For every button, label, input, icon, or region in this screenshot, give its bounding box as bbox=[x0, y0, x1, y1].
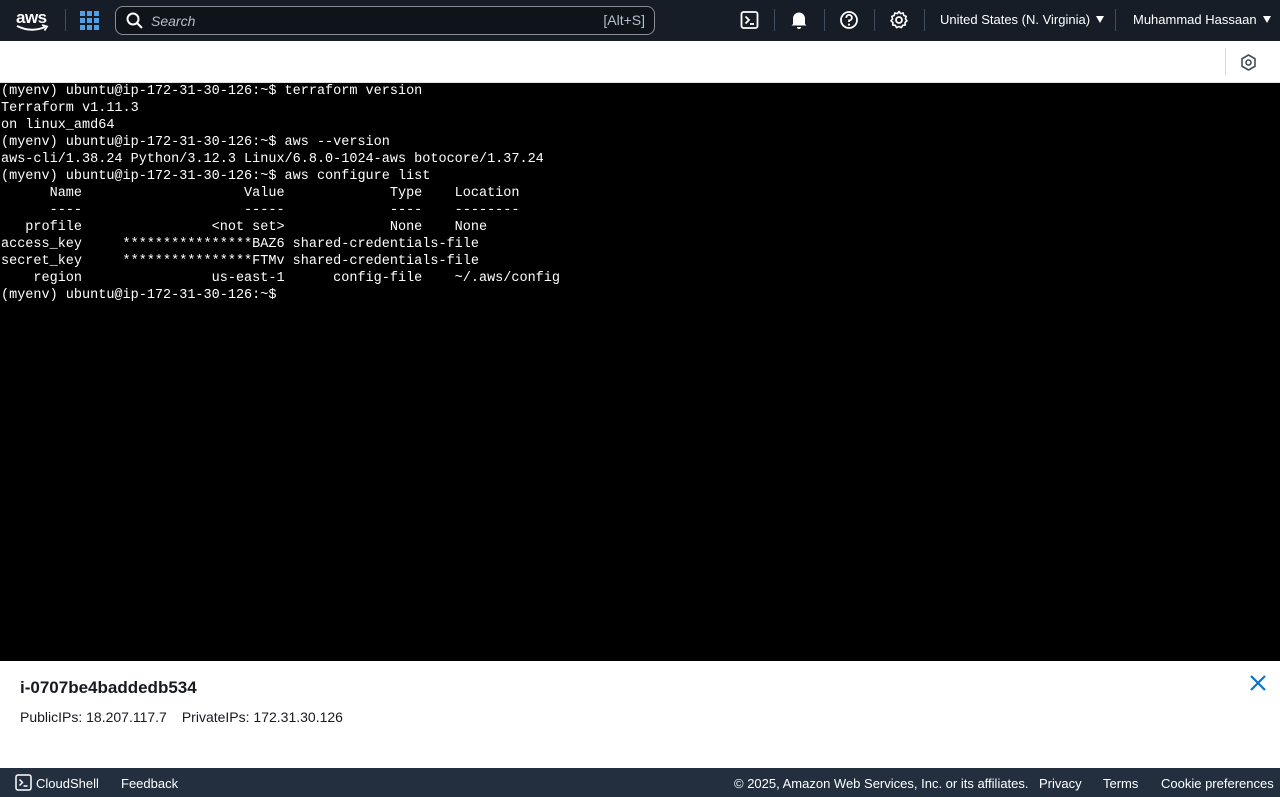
terminal-output: (myenv) ubuntu@ip-172-31-30-126:~$ terra… bbox=[1, 83, 560, 304]
terms-link[interactable]: Terms bbox=[1103, 776, 1138, 791]
terminal-line: (myenv) ubuntu@ip-172-31-30-126:~$ terra… bbox=[1, 84, 423, 99]
toolbar-divider bbox=[1225, 48, 1226, 75]
aws-logo[interactable]: aws bbox=[16, 8, 50, 34]
top-navigation: aws [Alt+S] Unit bbox=[0, 0, 1280, 41]
terminal-line: ---- ----- ---- -------- bbox=[1, 203, 520, 218]
terminal-line: on linux_amd64 bbox=[1, 118, 115, 133]
cloudshell-icon[interactable] bbox=[740, 10, 760, 30]
nav-divider bbox=[824, 9, 825, 31]
caret-down-icon bbox=[1262, 16, 1271, 23]
search-input[interactable] bbox=[151, 11, 551, 30]
terminal-line: region us-east-1 config-file ~/.aws/conf… bbox=[1, 271, 560, 286]
account-menu[interactable]: Muhammad Hassaan bbox=[1133, 12, 1271, 27]
cloudshell-icon[interactable] bbox=[15, 774, 32, 791]
public-ips: PublicIPs: 18.207.117.7 bbox=[20, 709, 167, 725]
search-icon bbox=[126, 12, 143, 29]
terminal-line: profile <not set> None None bbox=[1, 220, 488, 235]
close-icon[interactable] bbox=[1249, 674, 1267, 692]
terminal-line: access_key ****************BAZ6 shared-c… bbox=[1, 237, 479, 252]
instance-ips: PublicIPs: 18.207.117.7 PrivateIPs: 172.3… bbox=[20, 709, 343, 725]
terminal-line: Terraform v1.11.3 bbox=[1, 101, 139, 116]
feedback-link[interactable]: Feedback bbox=[121, 776, 178, 791]
session-preferences-icon[interactable] bbox=[1240, 54, 1257, 71]
private-ips: PrivateIPs: 172.31.30.126 bbox=[181, 709, 343, 725]
nav-divider bbox=[874, 9, 875, 31]
region-selector[interactable]: United States (N. Virginia) bbox=[940, 12, 1105, 27]
copyright-text: © 2025, Amazon Web Services, Inc. or its… bbox=[734, 776, 1029, 791]
services-menu-icon[interactable] bbox=[80, 11, 99, 30]
privacy-link[interactable]: Privacy bbox=[1039, 776, 1082, 791]
nav-divider bbox=[774, 9, 775, 31]
terminal-prompt: (myenv) ubuntu@ip-172-31-30-126:~$ bbox=[1, 288, 277, 303]
region-label: United States (N. Virginia) bbox=[940, 12, 1091, 27]
terminal-line: (myenv) ubuntu@ip-172-31-30-126:~$ aws -… bbox=[1, 135, 390, 150]
session-toolbar bbox=[0, 41, 1280, 83]
aws-smile-icon bbox=[16, 24, 49, 31]
terminal-window[interactable]: (myenv) ubuntu@ip-172-31-30-126:~$ terra… bbox=[0, 83, 1280, 661]
terminal-line: Name Value Type Location bbox=[1, 186, 520, 201]
terminal-line: (myenv) ubuntu@ip-172-31-30-126:~$ aws c… bbox=[1, 169, 431, 184]
search-shortcut-hint: [Alt+S] bbox=[603, 12, 645, 28]
terminal-line: secret_key ****************FTMv shared-c… bbox=[1, 254, 479, 269]
bell-icon[interactable] bbox=[789, 10, 809, 30]
cookie-preferences-link[interactable]: Cookie preferences bbox=[1161, 776, 1274, 791]
instance-info-panel: i-0707be4baddedb534 PublicIPs: 18.207.11… bbox=[0, 661, 1280, 768]
nav-divider bbox=[65, 9, 66, 31]
nav-divider bbox=[924, 9, 925, 31]
console-footer: CloudShell Feedback © 2025, Amazon Web S… bbox=[0, 768, 1280, 797]
nav-divider bbox=[1115, 9, 1116, 31]
instance-id: i-0707be4baddedb534 bbox=[20, 678, 197, 697]
search-box[interactable]: [Alt+S] bbox=[115, 6, 655, 35]
caret-down-icon bbox=[1096, 16, 1105, 23]
cloudshell-link[interactable]: CloudShell bbox=[36, 776, 99, 791]
terminal-line: aws-cli/1.38.24 Python/3.12.3 Linux/6.8.… bbox=[1, 152, 544, 167]
user-name: Muhammad Hassaan bbox=[1133, 12, 1257, 27]
help-icon[interactable] bbox=[839, 10, 859, 30]
gear-icon[interactable] bbox=[889, 10, 909, 30]
